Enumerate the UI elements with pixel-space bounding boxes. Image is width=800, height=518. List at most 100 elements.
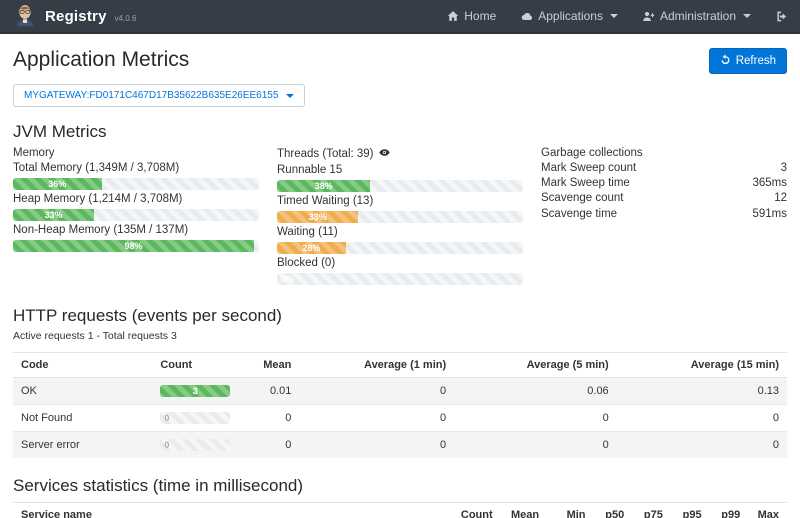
nav-item-label: Applications <box>538 9 603 23</box>
caret-down-icon <box>286 94 294 98</box>
nav-item-applications[interactable]: Applications <box>520 9 618 23</box>
waiting-progressbar: 28% <box>277 242 523 254</box>
http-avg15: 0 <box>617 405 787 432</box>
http-avg5: 0 <box>454 432 617 459</box>
gc-label: Scavenge count <box>541 191 623 206</box>
col-header-avg15: Average (15 min) <box>617 353 787 378</box>
cloud-icon <box>520 10 533 23</box>
col-header-service-name: Service name <box>13 503 450 518</box>
nav-item-label: Administration <box>660 9 736 23</box>
http-requests-heading: HTTP requests (events per second) <box>13 306 787 326</box>
col-header-code: Code <box>13 353 152 378</box>
gc-row: Mark Sweep time 365ms <box>541 176 787 191</box>
nonheap-memory-label: Non-Heap Memory (135M / 137M) <box>13 224 259 236</box>
count-progressbar: 0 <box>160 439 230 451</box>
count-value: 0 <box>164 439 169 451</box>
refresh-button[interactable]: Refresh <box>709 48 787 74</box>
waiting-label: Waiting (11) <box>277 226 523 238</box>
runnable-progressbar: 38% <box>277 180 523 192</box>
garbage-collections-column: Garbage collections Mark Sweep count 3 M… <box>541 147 787 288</box>
http-avg15: 0 <box>617 432 787 459</box>
jvm-metrics-row: Memory Total Memory (1,349M / 3,708M) 36… <box>13 147 787 288</box>
services-statistics-table: Service name Count Mean Min p50 p75 p95 … <box>13 502 787 518</box>
col-header-max: Max <box>748 503 787 518</box>
gc-value: 12 <box>774 191 787 206</box>
http-code: Server error <box>13 432 152 459</box>
runnable-label: Runnable 15 <box>277 164 523 176</box>
http-row-ok: OK 3 0.01 0 0.06 0.13 <box>13 378 787 405</box>
col-header-count: Count <box>152 353 245 378</box>
refresh-icon <box>720 54 731 68</box>
services-table-header-row: Service name Count Mean Min p50 p75 p95 … <box>13 503 787 518</box>
sign-out-button[interactable] <box>775 10 788 23</box>
http-row-server-error: Server error 0 0 0 0 0 <box>13 432 787 459</box>
col-header-p75: p75 <box>632 503 671 518</box>
gc-row: Scavenge time 591ms <box>541 207 787 222</box>
gc-label: Mark Sweep time <box>541 176 630 191</box>
bar-percent-label: 36% <box>13 178 102 190</box>
count-value: 0 <box>164 412 169 424</box>
bar-percent-label: 98% <box>13 240 254 252</box>
col-header-mean: Mean <box>245 353 299 378</box>
total-memory-label: Total Memory (1,349M / 3,708M) <box>13 162 259 174</box>
brand-link[interactable]: Registry v4.0.6 <box>12 1 136 32</box>
gc-value: 3 <box>781 161 787 176</box>
bar-percent-label: 33% <box>277 211 358 223</box>
timed-waiting-progressbar: 33% <box>277 211 523 223</box>
count-value: 3 <box>160 385 230 397</box>
http-row-not-found: Not Found 0 0 0 0 0 <box>13 405 787 432</box>
instance-selector-value: MYGATEWAY:FD0171C467D17B35622B635E26EE61… <box>24 90 278 101</box>
http-avg1: 0 <box>299 432 454 459</box>
http-avg5: 0.06 <box>454 378 617 405</box>
jvm-metrics-heading: JVM Metrics <box>13 122 787 142</box>
nav-menu: Home Applications Administration <box>447 9 788 23</box>
gc-value: 365ms <box>752 176 787 191</box>
top-navbar: Registry v4.0.6 Home Applications <box>0 0 800 34</box>
bar-percent-label: 38% <box>277 180 370 192</box>
gc-value: 591ms <box>752 207 787 222</box>
eye-icon[interactable] <box>379 147 390 161</box>
memory-column: Memory Total Memory (1,349M / 3,708M) 36… <box>13 147 259 288</box>
http-avg5: 0 <box>454 405 617 432</box>
col-header-mean: Mean <box>501 503 547 518</box>
http-avg1: 0 <box>299 405 454 432</box>
http-requests-table: Code Count Mean Average (1 min) Average … <box>13 352 787 458</box>
http-code: OK <box>13 378 152 405</box>
count-progressbar: 0 <box>160 412 230 424</box>
instance-selector-dropdown[interactable]: MYGATEWAY:FD0171C467D17B35622B635E26EE61… <box>13 84 305 107</box>
nav-item-home[interactable]: Home <box>447 9 496 23</box>
refresh-label: Refresh <box>736 55 776 67</box>
brand-name: Registry <box>45 8 107 25</box>
http-mean: 0 <box>245 405 299 432</box>
col-header-count: Count <box>450 503 500 518</box>
gc-row: Scavenge count 12 <box>541 191 787 206</box>
col-header-avg1: Average (1 min) <box>299 353 454 378</box>
user-plus-icon <box>642 10 655 23</box>
nav-item-administration[interactable]: Administration <box>642 9 751 23</box>
blocked-label: Blocked (0) <box>277 257 523 269</box>
caret-down-icon <box>743 14 751 18</box>
col-header-p95: p95 <box>671 503 710 518</box>
sign-out-icon <box>775 10 788 23</box>
memory-title: Memory <box>13 147 259 159</box>
count-progressbar: 3 <box>160 385 230 397</box>
bar-percent-label: 0% <box>281 273 294 285</box>
heap-memory-progressbar: 33% <box>13 209 259 221</box>
http-table-header-row: Code Count Mean Average (1 min) Average … <box>13 353 787 378</box>
gc-label: Mark Sweep count <box>541 161 636 176</box>
gc-title: Garbage collections <box>541 147 787 159</box>
timed-waiting-label: Timed Waiting (13) <box>277 195 523 207</box>
gc-label: Scavenge time <box>541 207 617 222</box>
services-statistics-heading: Services statistics (time in millisecond… <box>13 476 787 496</box>
bar-percent-label: 28% <box>277 242 346 254</box>
heap-memory-label: Heap Memory (1,214M / 3,708M) <box>13 193 259 205</box>
http-mean: 0.01 <box>245 378 299 405</box>
gc-row: Mark Sweep count 3 <box>541 161 787 176</box>
page-title: Application Metrics <box>13 48 189 72</box>
home-icon <box>447 10 459 22</box>
nonheap-memory-progressbar: 98% <box>13 240 259 252</box>
caret-down-icon <box>610 14 618 18</box>
col-header-avg5: Average (5 min) <box>454 353 617 378</box>
http-code: Not Found <box>13 405 152 432</box>
col-header-p50: p50 <box>594 503 633 518</box>
